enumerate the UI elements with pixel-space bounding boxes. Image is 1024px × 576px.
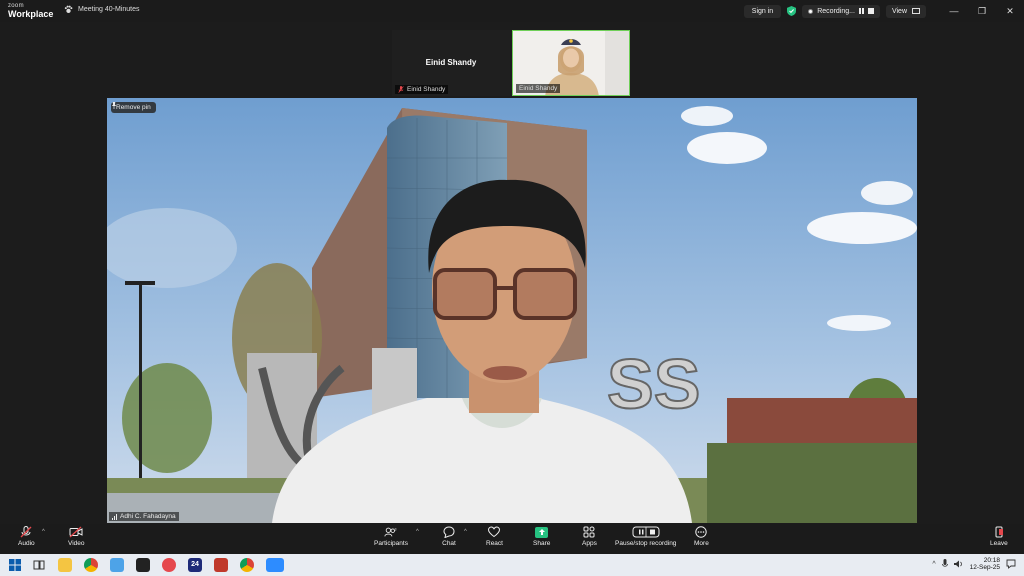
- clock[interactable]: 20:18 12-Sep-25: [970, 557, 1000, 571]
- participant-video-label: Einid Shandy: [516, 84, 561, 93]
- meeting-info[interactable]: Meeting 40-Minutes: [64, 5, 139, 14]
- pin-icon: [111, 102, 117, 109]
- pause-icon[interactable]: [858, 8, 864, 14]
- chat-button[interactable]: Chat: [442, 526, 456, 547]
- opera-icon[interactable]: [162, 558, 176, 572]
- view-button[interactable]: View: [885, 4, 926, 18]
- leave-icon: [992, 526, 1006, 538]
- restore-button[interactable]: ❐: [968, 0, 996, 22]
- mic-tray-icon[interactable]: [941, 559, 948, 569]
- windows-start-icon[interactable]: [8, 558, 22, 572]
- view-label: View: [891, 7, 907, 15]
- recording-label: Recording...: [817, 7, 855, 15]
- zoom-window: zoom Workplace Meeting 40-Minutes Sign i…: [0, 0, 1024, 576]
- audio-options-caret-icon[interactable]: ^: [42, 529, 45, 535]
- sign-in-button[interactable]: Sign in: [743, 4, 782, 18]
- remove-pin-button[interactable]: Remove pin: [111, 102, 156, 113]
- capcut-icon[interactable]: [136, 558, 150, 572]
- leave-button[interactable]: Leave: [990, 526, 1008, 547]
- grid-view-icon: [912, 8, 920, 14]
- mic-muted-icon: [19, 526, 33, 538]
- meeting-toolbar: Audio ^ Video 3 Participants ^ Chat ^ Re…: [0, 524, 1024, 554]
- meeting-title: Meeting 40-Minutes: [78, 6, 140, 13]
- speaker-tray-icon[interactable]: [953, 560, 964, 568]
- audio-label: Audio: [18, 540, 35, 547]
- participants-icon: 3: [384, 526, 398, 538]
- clock-time: 20:18: [983, 557, 1000, 564]
- title-bar: zoom Workplace Meeting 40-Minutes Sign i…: [0, 0, 1024, 22]
- main-video-image: SS: [107, 98, 917, 523]
- apps-button[interactable]: Apps: [582, 526, 597, 547]
- pause-stop-icon: [632, 526, 660, 538]
- speaker-label: Adhi C. Fahadayna: [109, 512, 179, 521]
- more-button[interactable]: More: [694, 526, 709, 547]
- system-tray: ^ 20:18 12-Sep-25: [932, 557, 1016, 571]
- react-label: React: [486, 540, 503, 547]
- stop-icon[interactable]: [867, 8, 874, 14]
- signal-bars-icon: [112, 513, 117, 520]
- chrome-icon-2[interactable]: [240, 558, 254, 572]
- close-button[interactable]: ✕: [996, 0, 1024, 22]
- more-label: More: [694, 540, 709, 547]
- app-icon-red[interactable]: [214, 558, 228, 572]
- participant-label: Einid Shandy: [395, 85, 449, 94]
- participant-name: Einid Shandy: [425, 58, 477, 67]
- share-button[interactable]: Share: [533, 526, 550, 547]
- apps-label: Apps: [582, 540, 597, 547]
- paw-icon: [64, 5, 73, 14]
- app-icon-blue[interactable]: [110, 558, 124, 572]
- app-icon-24[interactable]: 24: [188, 558, 202, 572]
- pause-stop-recording-button[interactable]: Pause/stop recording: [615, 526, 676, 547]
- brand-bottom: Workplace: [8, 9, 54, 19]
- mic-muted-icon: [398, 86, 404, 93]
- clock-date: 12-Sep-25: [969, 564, 1000, 572]
- share-arrow-icon: [535, 526, 549, 538]
- video-label: Video: [68, 540, 85, 547]
- participants-label: Participants: [374, 540, 408, 547]
- chrome-icon[interactable]: [84, 558, 98, 572]
- participants-button[interactable]: 3 Participants: [374, 526, 408, 547]
- participants-count: 3: [394, 527, 396, 531]
- recording-indicator[interactable]: Recording...: [802, 4, 880, 18]
- svg-text:SS: SS: [607, 345, 700, 423]
- minimize-button[interactable]: —: [940, 0, 968, 22]
- video-off-icon: [69, 526, 83, 538]
- windows-taskbar: 24 ^ 20:18 12-Sep-25: [0, 554, 1024, 576]
- heart-icon: [487, 526, 501, 538]
- shield-check-icon[interactable]: [787, 6, 797, 16]
- participant-tile-video[interactable]: Einid Shandy: [512, 30, 630, 96]
- tray-chevron-icon[interactable]: ^: [932, 561, 935, 568]
- main-video[interactable]: SS Remove pin Adhi C. Fahadayna: [107, 98, 917, 523]
- pause-stop-label: Pause/stop recording: [615, 540, 677, 547]
- leave-label: Leave: [990, 540, 1008, 547]
- file-explorer-icon[interactable]: [58, 558, 72, 572]
- participant-tile-name[interactable]: Einid Shandy Einid Shandy: [392, 30, 510, 96]
- react-button[interactable]: React: [486, 526, 503, 547]
- notification-icon[interactable]: [1006, 559, 1016, 570]
- task-view-icon[interactable]: [32, 558, 46, 572]
- video-button[interactable]: Video: [68, 526, 85, 547]
- more-icon: [694, 526, 708, 538]
- remove-pin-label: Remove pin: [116, 104, 151, 111]
- chat-options-caret-icon[interactable]: ^: [464, 529, 467, 535]
- apps-icon: [582, 526, 596, 538]
- zoom-logo: zoom Workplace: [8, 3, 53, 19]
- chat-icon: [442, 526, 456, 538]
- audio-button[interactable]: Audio: [18, 526, 35, 547]
- recording-dot-icon: [808, 8, 814, 14]
- zoom-taskbar-icon[interactable]: [266, 558, 284, 572]
- share-label: Share: [533, 540, 551, 547]
- chat-label: Chat: [442, 540, 456, 547]
- participant-label-text: Einid Shandy: [407, 86, 446, 93]
- speaker-name: Adhi C. Fahadayna: [120, 513, 176, 520]
- participants-options-caret-icon[interactable]: ^: [416, 529, 419, 535]
